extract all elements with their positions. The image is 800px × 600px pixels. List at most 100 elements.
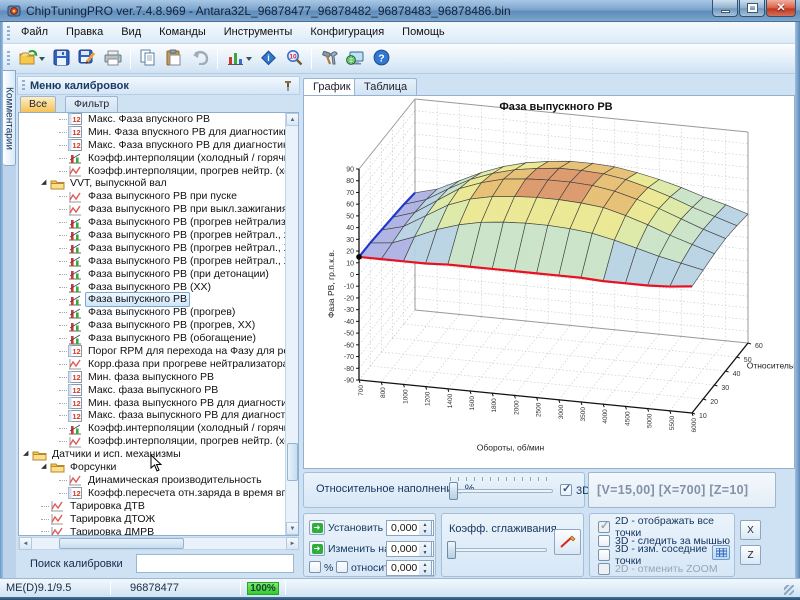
tree-item[interactable]: 12Коэфф.пересчета отн.заряда в время впр…	[19, 487, 298, 500]
option-checkbox[interactable]	[598, 521, 610, 533]
apply-smoothing-button[interactable]	[554, 529, 581, 555]
map-icon: 12	[68, 126, 83, 138]
menu-Файл[interactable]: Файл	[13, 22, 56, 41]
3d-checkbox[interactable]	[560, 484, 572, 496]
map-icon: 12	[68, 345, 83, 357]
display-options-group: 2D - отображать все точки3D - следить за…	[589, 513, 735, 577]
dropdown-caret-icon[interactable]	[39, 57, 45, 61]
tree-guide	[59, 312, 67, 313]
fill-slider-groove[interactable]	[449, 489, 553, 493]
option-checkbox[interactable]	[598, 563, 610, 575]
scroll-down-icon[interactable]: ▼	[286, 522, 299, 535]
set-value-button[interactable]: ➜	[309, 520, 325, 535]
close-button[interactable]: ✕	[766, 0, 796, 17]
tree-guide	[41, 519, 49, 520]
grid-button[interactable]	[712, 545, 730, 560]
tree-horizontal-scrollbar[interactable]: ◄ ►	[18, 537, 299, 550]
curve-icon	[50, 526, 65, 536]
toolbar-separator	[311, 49, 312, 69]
scroll-left-icon[interactable]: ◄	[19, 537, 32, 550]
tab-graph[interactable]: График	[303, 78, 361, 96]
tree-guide	[59, 158, 67, 159]
smoothing-slider-thumb[interactable]	[447, 541, 456, 559]
toolbar-separator	[217, 49, 218, 69]
smoothing-slider-groove[interactable]	[447, 548, 547, 552]
print-button[interactable]	[100, 47, 126, 71]
expand-arrow-icon[interactable]: ◢	[41, 461, 50, 474]
network-button[interactable]	[342, 47, 368, 71]
chart-button[interactable]	[222, 47, 248, 71]
panel-grip	[22, 80, 25, 92]
change-value-button[interactable]: ➜	[309, 541, 325, 556]
expand-arrow-icon[interactable]: ◢	[23, 448, 32, 461]
option-checkbox[interactable]	[598, 549, 610, 561]
percent-checkbox[interactable]	[309, 561, 321, 573]
option-row[interactable]: 2D - отменить ZOOM	[598, 562, 718, 576]
save-edit-icon	[78, 49, 96, 69]
tree-item[interactable]: Тарировка ДМРВ	[19, 526, 298, 537]
tree-guide	[59, 338, 67, 339]
copy-button[interactable]	[135, 47, 161, 71]
horizontal-scroll-thumb[interactable]	[59, 538, 184, 549]
percent-label: %	[324, 562, 333, 574]
save-button[interactable]	[48, 47, 74, 71]
resize-grip[interactable]	[784, 585, 794, 595]
tree-item[interactable]: Тарировка ДТОЖ	[19, 513, 298, 526]
vertical-scroll-thumb[interactable]	[287, 443, 298, 481]
menu-Правка[interactable]: Правка	[58, 22, 111, 41]
tab-filter[interactable]: Фильтр	[65, 96, 118, 112]
tree-guide	[59, 209, 67, 210]
comments-side-tab[interactable]: Комментарии	[3, 70, 16, 166]
tree-guide	[59, 145, 67, 146]
option-checkbox[interactable]	[598, 535, 610, 547]
undo-button[interactable]	[187, 47, 213, 71]
curve-icon	[68, 436, 83, 448]
tab-all[interactable]: Все	[20, 96, 56, 112]
svg-text:12: 12	[72, 373, 80, 382]
calibration-panel: Меню калибровок Все Фильтр 12Макс. Фаза …	[16, 74, 301, 578]
menu-Вид[interactable]: Вид	[113, 22, 149, 41]
relative-value-spinner[interactable]: ▲▼	[419, 560, 432, 576]
map-icon: 12	[68, 371, 83, 383]
save-edit-button[interactable]	[74, 47, 100, 71]
set-value-spinner[interactable]: ▲▼	[419, 520, 432, 536]
smoothing-group: Коэфф. сглаживания	[441, 513, 584, 577]
minimize-button[interactable]	[712, 0, 738, 17]
fill-slider[interactable]	[449, 482, 553, 500]
menu-bar: ФайлПравкаВидКомандыИнструментыКонфигура…	[3, 22, 795, 44]
tools-button[interactable]	[316, 47, 342, 71]
maximize-button[interactable]	[739, 0, 765, 17]
fill-slider-thumb[interactable]	[449, 482, 458, 500]
expand-arrow-icon[interactable]: ◢	[41, 177, 50, 190]
undo-icon	[192, 50, 209, 68]
open-file-button[interactable]	[15, 47, 41, 71]
menu-Инструменты[interactable]: Инструменты	[216, 22, 301, 41]
curve-icon	[68, 474, 83, 486]
dropdown-caret-icon[interactable]	[246, 57, 252, 61]
change-value-spinner[interactable]: ▲▼	[419, 541, 432, 557]
z-axis-button[interactable]: Z	[740, 545, 761, 565]
tree-vertical-scrollbar[interactable]: ▲ ▼	[285, 113, 298, 535]
pin-icon[interactable]	[282, 80, 294, 92]
menu-Помощь[interactable]: Помощь	[394, 22, 453, 41]
menu-Конфигурация[interactable]: Конфигурация	[302, 22, 392, 41]
menu-Команды[interactable]: Команды	[151, 22, 214, 41]
scroll-right-icon[interactable]: ►	[286, 537, 299, 550]
relative-checkbox[interactable]	[336, 561, 348, 573]
tab-table[interactable]: Таблица	[354, 78, 417, 96]
paste-button[interactable]	[161, 47, 187, 71]
tree-item[interactable]: Тарировка ДТВ	[19, 500, 298, 513]
bars-icon	[68, 229, 83, 241]
zoom-10-button[interactable]: 10	[281, 47, 307, 71]
x-axis-button[interactable]: X	[740, 520, 761, 540]
spin-up-icon: ▲	[423, 522, 428, 528]
smoothing-slider[interactable]	[447, 541, 547, 559]
spin-down-icon: ▼	[423, 550, 428, 556]
option-row[interactable]: 2D - отображать все точки	[598, 520, 734, 534]
surface-chart[interactable]	[304, 96, 794, 468]
scroll-up-icon[interactable]: ▲	[286, 113, 299, 126]
tools-icon	[321, 50, 338, 69]
search-input[interactable]	[136, 554, 294, 573]
info-button[interactable]: i	[255, 47, 281, 71]
help-button[interactable]: ?	[368, 47, 394, 71]
